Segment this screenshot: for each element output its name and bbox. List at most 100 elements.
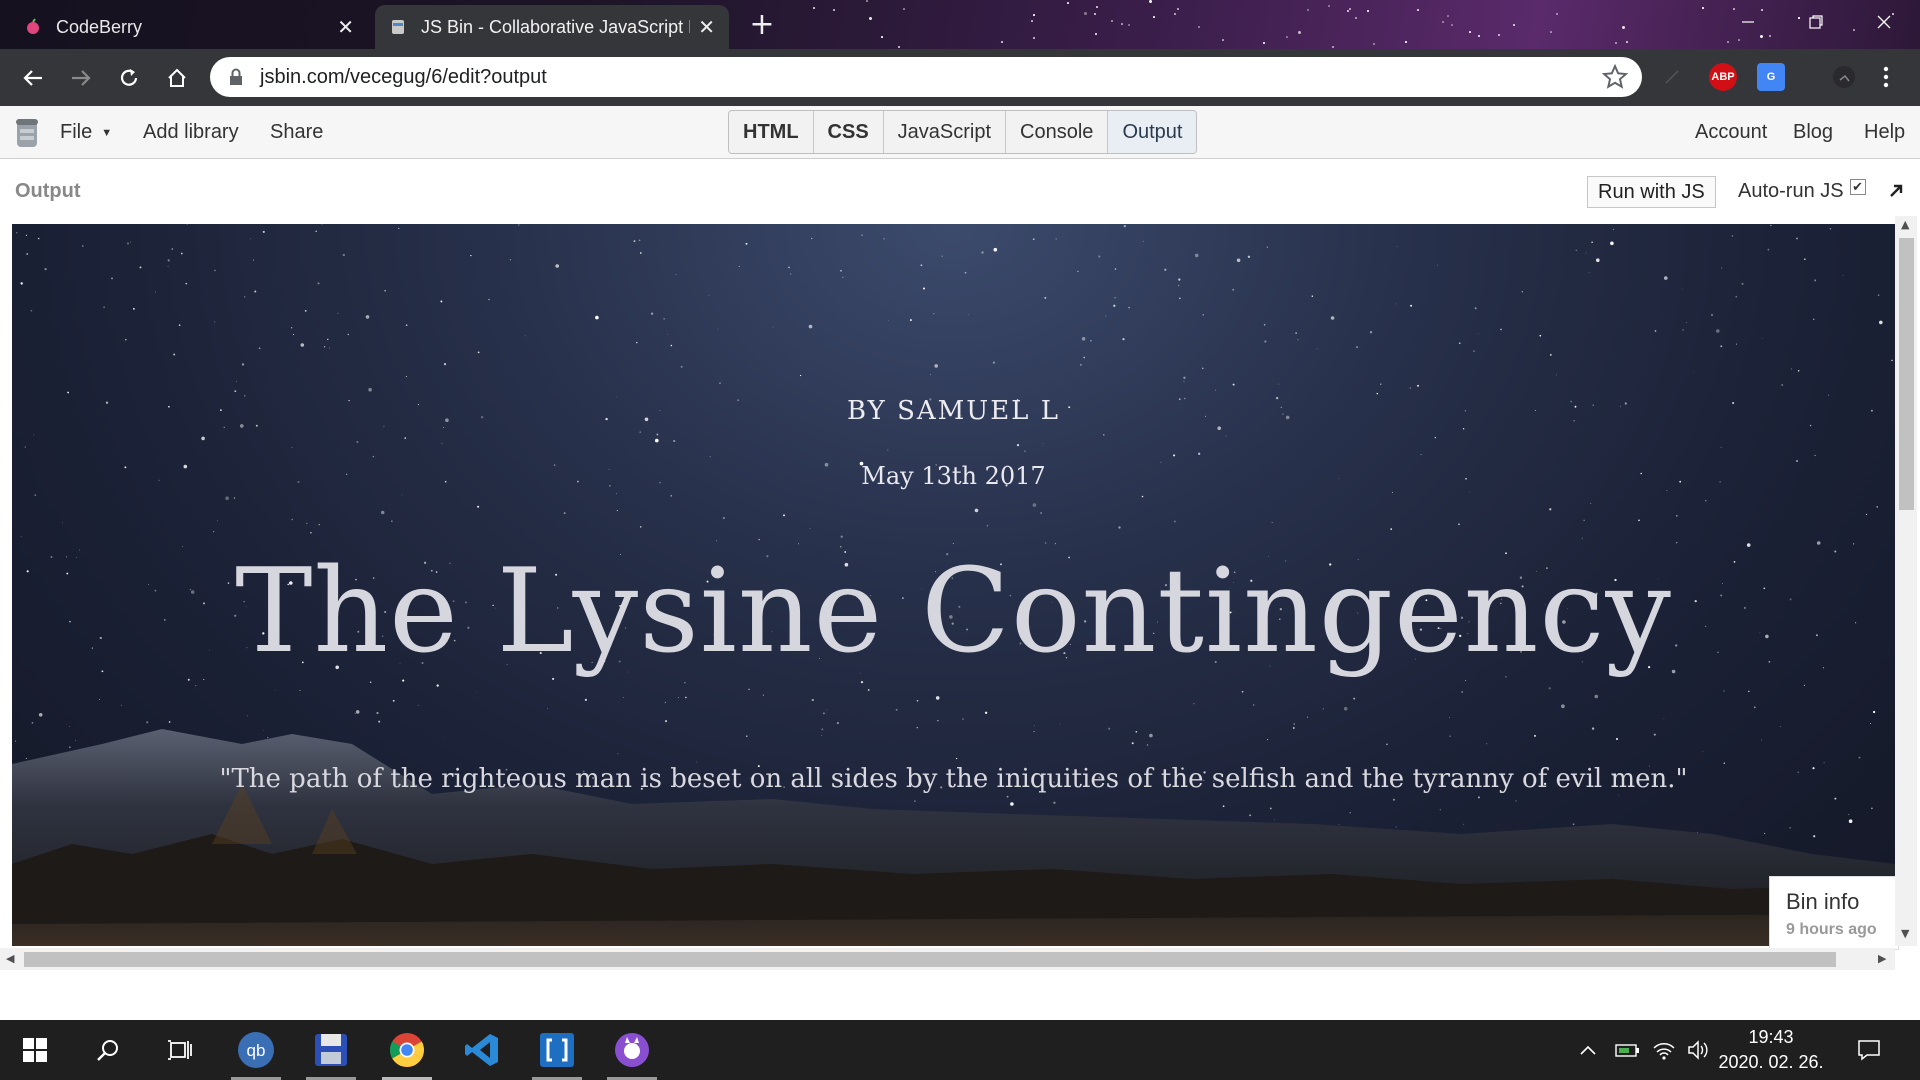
tab-output-label: Output xyxy=(1122,120,1183,143)
volume-icon[interactable] xyxy=(1687,1020,1709,1080)
bookmark-star-icon[interactable] xyxy=(1602,64,1628,90)
profile-avatar[interactable] xyxy=(1830,63,1858,91)
jsbin-toolbar: File ▼ Add library Share HTML CSS JavaSc… xyxy=(0,106,1920,159)
tab-html-label: HTML xyxy=(743,120,799,143)
save-app-icon[interactable] xyxy=(300,1020,362,1080)
scroll-up-icon[interactable]: ▲ xyxy=(1901,218,1909,231)
back-icon[interactable] xyxy=(16,61,50,95)
chrome-icon[interactable] xyxy=(376,1020,438,1080)
tab-strip-star xyxy=(1153,16,1155,18)
vscode-icon[interactable] xyxy=(451,1020,513,1080)
forward-icon[interactable] xyxy=(64,61,98,95)
github-desktop-icon[interactable] xyxy=(601,1020,663,1080)
tab-strip-star xyxy=(1615,42,1617,44)
popout-arrow-icon[interactable] xyxy=(1888,180,1904,204)
browser-tab-strip: CodeBerry ✕ JS Bin - Collaborative JavaS… xyxy=(0,0,1920,49)
wifi-icon[interactable] xyxy=(1652,1020,1676,1080)
tab-strip-star xyxy=(1084,12,1087,15)
close-tab-icon[interactable]: ✕ xyxy=(698,15,715,40)
tab-strip-star xyxy=(1478,35,1480,37)
tab-strip-star xyxy=(1067,2,1069,4)
tab-css[interactable]: CSS xyxy=(814,111,884,153)
blog-link[interactable]: Blog xyxy=(1793,106,1833,159)
jsbin-logo-icon xyxy=(16,118,38,147)
tab-strip-star xyxy=(903,8,905,10)
run-with-js-button[interactable]: Run with JS xyxy=(1587,176,1716,208)
tab-strip-star xyxy=(1702,7,1704,9)
account-label: Account xyxy=(1695,121,1768,143)
chrome-menu-icon[interactable] xyxy=(1872,63,1900,91)
jsbin-logo[interactable] xyxy=(14,106,40,159)
tab-strip-star xyxy=(1198,26,1200,28)
reload-icon[interactable] xyxy=(112,61,146,95)
tab-strip-star xyxy=(833,9,835,11)
auto-run-checkbox[interactable]: ✔ xyxy=(1849,178,1866,195)
tab-strip-star xyxy=(1513,24,1515,26)
tab-strip-star xyxy=(1033,14,1035,16)
output-iframe[interactable]: BY SAMUEL L May 13th 2017 The Lysine Con… xyxy=(12,224,1895,946)
home-icon[interactable] xyxy=(160,61,194,95)
article-headline: The Lysine Contingency xyxy=(235,544,1672,679)
vertical-scroll-thumb[interactable] xyxy=(1899,238,1914,510)
horizontal-scroll-thumb[interactable] xyxy=(24,952,1836,967)
tab-console[interactable]: Console xyxy=(1006,111,1109,153)
chevron-down-icon: ▼ xyxy=(101,126,113,139)
google-translate-icon[interactable]: G xyxy=(1757,63,1785,91)
tab-strip-star xyxy=(1095,33,1097,35)
auto-run-toggle[interactable]: Auto-run JS ✔ xyxy=(1738,178,1866,203)
scroll-left-icon[interactable]: ◀ xyxy=(6,952,14,965)
add-library-label: Add library xyxy=(143,121,239,143)
tab-javascript-label: JavaScript xyxy=(897,120,992,143)
account-link[interactable]: Account xyxy=(1695,106,1767,159)
bin-info-panel[interactable]: Bin info 9 hours ago xyxy=(1769,876,1899,950)
task-view-icon[interactable] xyxy=(149,1020,211,1080)
help-link[interactable]: Help xyxy=(1864,106,1905,159)
battery-icon[interactable] xyxy=(1615,1020,1641,1080)
scroll-down-icon[interactable]: ▼ xyxy=(1901,927,1909,940)
tab-output[interactable]: Output xyxy=(1108,111,1197,153)
adblock-label: ABP xyxy=(1711,71,1735,83)
bracket-app-icon[interactable] xyxy=(526,1020,588,1080)
tab-strip-star xyxy=(1094,13,1096,15)
adblock-plus-icon[interactable]: ABP xyxy=(1709,63,1737,91)
close-window-icon[interactable] xyxy=(1850,0,1918,44)
clock-time: 19:43 xyxy=(1748,1027,1794,1047)
windows-taskbar: qb 19:43 2020. 02. 26. xyxy=(0,1020,1920,1080)
share-button[interactable]: Share xyxy=(270,106,323,159)
run-with-js-label: Run with JS xyxy=(1598,180,1705,203)
show-hidden-icons[interactable] xyxy=(1580,1020,1596,1080)
tab-strip-star xyxy=(1447,15,1449,17)
system-clock[interactable]: 19:43 2020. 02. 26. xyxy=(1716,1025,1826,1075)
tab-strip-star xyxy=(1128,24,1130,26)
bin-info-title: Bin info xyxy=(1786,889,1860,914)
tab-strip-star xyxy=(1349,8,1351,10)
tab-strip-star xyxy=(1451,24,1453,26)
minimize-icon[interactable] xyxy=(1714,0,1782,44)
restore-icon[interactable] xyxy=(1782,0,1850,44)
new-tab-button[interactable]: + xyxy=(745,8,779,42)
close-tab-icon[interactable]: ✕ xyxy=(337,15,354,40)
tab-strip-star xyxy=(1149,0,1152,3)
tab-title: CodeBerry xyxy=(56,16,143,37)
search-icon[interactable] xyxy=(77,1020,139,1080)
tab-strip-star xyxy=(1177,8,1179,10)
tab-strip-star xyxy=(1626,41,1628,43)
windows-start-icon[interactable] xyxy=(4,1020,66,1080)
scroll-right-icon[interactable]: ▶ xyxy=(1878,952,1886,965)
tab-strip-star xyxy=(1222,39,1224,41)
puzzle-extension-icon[interactable] xyxy=(1658,63,1686,91)
tab-html[interactable]: HTML xyxy=(729,111,814,153)
notifications-icon[interactable] xyxy=(1857,1020,1881,1080)
add-library-button[interactable]: Add library xyxy=(143,106,239,159)
tab-strip-star xyxy=(1121,23,1123,25)
qbittorrent-icon[interactable]: qb xyxy=(225,1020,287,1080)
tab-jsbin[interactable]: JS Bin - Collaborative JavaScript Debugg… xyxy=(375,5,729,49)
address-bar[interactable]: jsbin.com/vecegug/6/edit?output xyxy=(210,57,1642,97)
url-text[interactable]: jsbin.com/vecegug/6/edit?output xyxy=(260,66,1602,89)
file-menu[interactable]: File ▼ xyxy=(60,106,112,159)
tab-codeberry[interactable]: CodeBerry ✕ xyxy=(10,5,368,49)
tab-strip-star xyxy=(1096,6,1098,8)
tab-strip-star xyxy=(1405,41,1407,43)
tab-strip-star xyxy=(1469,31,1471,33)
tab-javascript[interactable]: JavaScript xyxy=(884,111,1007,153)
